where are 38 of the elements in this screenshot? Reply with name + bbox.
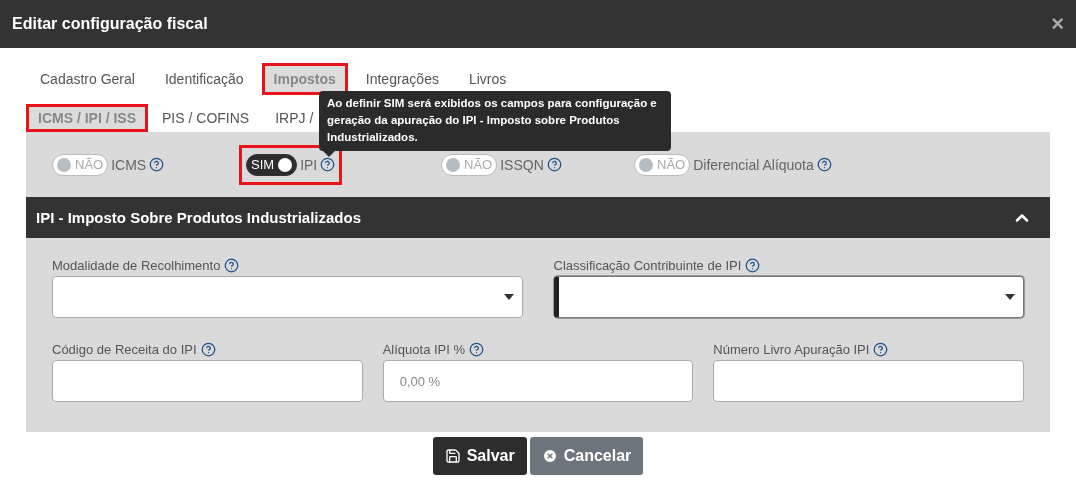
- cancel-button[interactable]: Cancelar: [529, 437, 644, 475]
- help-icon[interactable]: [200, 342, 216, 357]
- toggle-switch[interactable]: SIM: [246, 153, 298, 176]
- field-label: Modalidade de Recolhimento: [52, 258, 221, 273]
- help-icon[interactable]: [745, 258, 761, 273]
- section-title: IPI - Imposto Sobre Produtos Industrializados: [36, 209, 362, 226]
- toggle-label: IPI: [300, 156, 318, 173]
- field-label: Alíquota IPI %: [382, 342, 466, 357]
- input-field[interactable]: [713, 360, 1024, 402]
- select-field[interactable]: [553, 276, 1024, 318]
- toggle-label: Diferencial Alíquota: [693, 156, 814, 173]
- tab[interactable]: Identificação: [152, 63, 256, 95]
- help-icon[interactable]: [224, 258, 240, 273]
- help-icon[interactable]: [320, 157, 336, 172]
- help-icon[interactable]: [873, 342, 889, 357]
- field-label: Classificação Contribuinte de IPI: [553, 258, 742, 273]
- help-icon[interactable]: [546, 157, 562, 172]
- toggle-label: ISSQN: [500, 156, 544, 173]
- tab[interactable]: Cadastro Geral: [28, 63, 147, 95]
- caret-icon: [503, 294, 514, 300]
- field-label: Código de Receita do IPI: [52, 342, 197, 357]
- help-icon[interactable]: [149, 157, 165, 172]
- input-field[interactable]: 0,00 %: [382, 360, 694, 402]
- tooltip: Ao definir SIM será exibidos os campos para configuração e geração da apuração do IPI - Imposto sobre Produtos Industrializados.: [319, 91, 671, 151]
- sub-tab[interactable]: PIS / COFINS: [150, 104, 262, 132]
- tooltip-arrow: [322, 150, 336, 157]
- input-field[interactable]: [52, 360, 363, 402]
- save-button[interactable]: Salvar: [432, 437, 527, 475]
- dialog-title: Editar configuração fiscal: [12, 15, 208, 33]
- section-header[interactable]: IPI - Imposto Sobre Produtos Industrializados: [26, 197, 1050, 238]
- select-field[interactable]: [52, 276, 523, 318]
- close-icon: [541, 448, 558, 464]
- caret-icon: [1005, 294, 1015, 300]
- toggle-label: ICMS: [111, 156, 147, 173]
- field-label: Número Livro Apuração IPI: [713, 342, 870, 357]
- help-icon[interactable]: [469, 342, 485, 357]
- help-icon[interactable]: [816, 157, 832, 172]
- close-button[interactable]: ×: [1051, 13, 1064, 35]
